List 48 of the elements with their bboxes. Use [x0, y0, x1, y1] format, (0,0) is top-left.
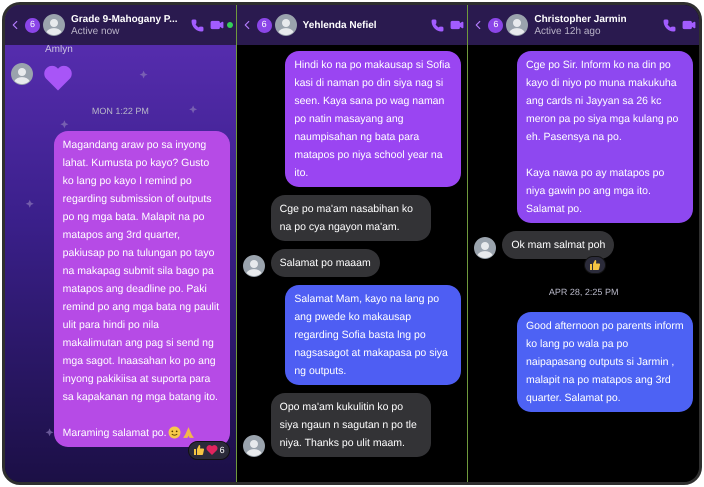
video-icon[interactable] — [450, 18, 464, 32]
heart-icon — [206, 444, 218, 456]
message-text: Kaya nawa po ay matapos po niya gawin po ang mga ito. Salamat po. — [526, 166, 666, 217]
reaction-badge[interactable] — [584, 256, 606, 274]
message-text: Hindi ko na po makausap si Sofia kasi di naman po din siya nag si seen. Kaya sana po wag naman po natin masayang ang naumpisahan ng bata para matapos po niya school year na ito. — [294, 58, 452, 181]
message-bubble: Salamat po maaam — [270, 249, 380, 277]
star-icon — [140, 70, 148, 79]
chat-title: Yehlenda Nefiel — [302, 18, 377, 32]
video-icon[interactable] — [210, 18, 224, 32]
message-text: Magandang araw po sa inyong lahat. Kumusta po kayo? Gusto ko lang po kayo I remind po regarding submission of outputs po ng mga bata. Malapit na po matapos ang 3rd quarter, pakiusap po na tulungan po tayo na makapag submit sila bago pa matapos ang deadline po. Paki remind po ang mga bata ng paulit ulit para hindi po nila makalimutan ang pag si send ng mga sagot. Inaasahan ko po ang inyong pakikiisa at suporta para sa kapakanan ng mga batang ito. — [62, 138, 220, 404]
message-text: Cge po Sir. Inform ko na din po kayo di niyo po muna makukuha ang cards ni Jayyan sa 26 kc meron pa po siya mga kulang po eh. Pasensya na po. — [526, 58, 680, 145]
message-bubble: Ok mam salmat poh — [502, 231, 614, 259]
chat-status: Active 12h ago — [534, 26, 601, 38]
unread-badge[interactable]: 6 — [488, 18, 504, 32]
avatar[interactable] — [274, 14, 297, 36]
message-text: Salamat Mam, kayo na lang po ang pwede ko makausap regarding Sofia basta lng po nagsasagot at makapasa po siya ng outputs. — [294, 292, 449, 379]
timestamp: APR 28, 2:25 PM — [548, 286, 618, 299]
message-text: Maraming salamat po. — [62, 426, 167, 440]
avatar[interactable] — [11, 63, 33, 85]
unread-badge[interactable]: 6 — [256, 18, 272, 32]
star-icon — [46, 428, 54, 436]
message-text: Good afternoon po parents inform ko lang po wala pa po naipapasang outputs si Jarmin , malapit na po matapos ang 3rd quarter. Salamat po. — [526, 318, 684, 406]
phone-icon[interactable] — [663, 18, 676, 32]
thumbs-up-icon — [192, 444, 205, 456]
phone-icon[interactable] — [190, 18, 204, 32]
star-icon — [60, 120, 68, 128]
timestamp: MON 1:22 PM — [92, 105, 149, 118]
avatar[interactable] — [242, 255, 265, 277]
phone-icon[interactable] — [431, 18, 444, 32]
video-icon[interactable] — [682, 18, 696, 32]
praying-hands-icon — [182, 426, 195, 439]
chat-title: Christopher Jarmin — [534, 12, 627, 26]
avatar[interactable] — [506, 14, 528, 36]
avatar[interactable] — [43, 14, 65, 36]
reaction-count: 6 — [220, 444, 225, 456]
avatar[interactable] — [242, 435, 265, 457]
message-bubble: Opo ma'am kukulitin ko po siya ngaun n sagutan n po tle niya. Thanks po ulit maam. — [270, 393, 431, 457]
unread-badge[interactable]: 6 — [25, 18, 40, 32]
sender-name: Amlyn — [44, 45, 74, 55]
star-icon — [189, 105, 198, 114]
heart-icon — [43, 63, 73, 93]
thumbs-up-icon — [589, 259, 602, 271]
chat-status: Active now — [71, 26, 120, 38]
avatar[interactable] — [474, 237, 496, 259]
reaction-badge[interactable]: 6 — [188, 440, 230, 460]
star-icon — [26, 200, 34, 208]
message-bubble: Cge po ma'am nasabihan ko na po cya ngayon ma'am. — [270, 195, 431, 241]
chat-title: Grade 9-Mahogany P... — [71, 12, 178, 26]
